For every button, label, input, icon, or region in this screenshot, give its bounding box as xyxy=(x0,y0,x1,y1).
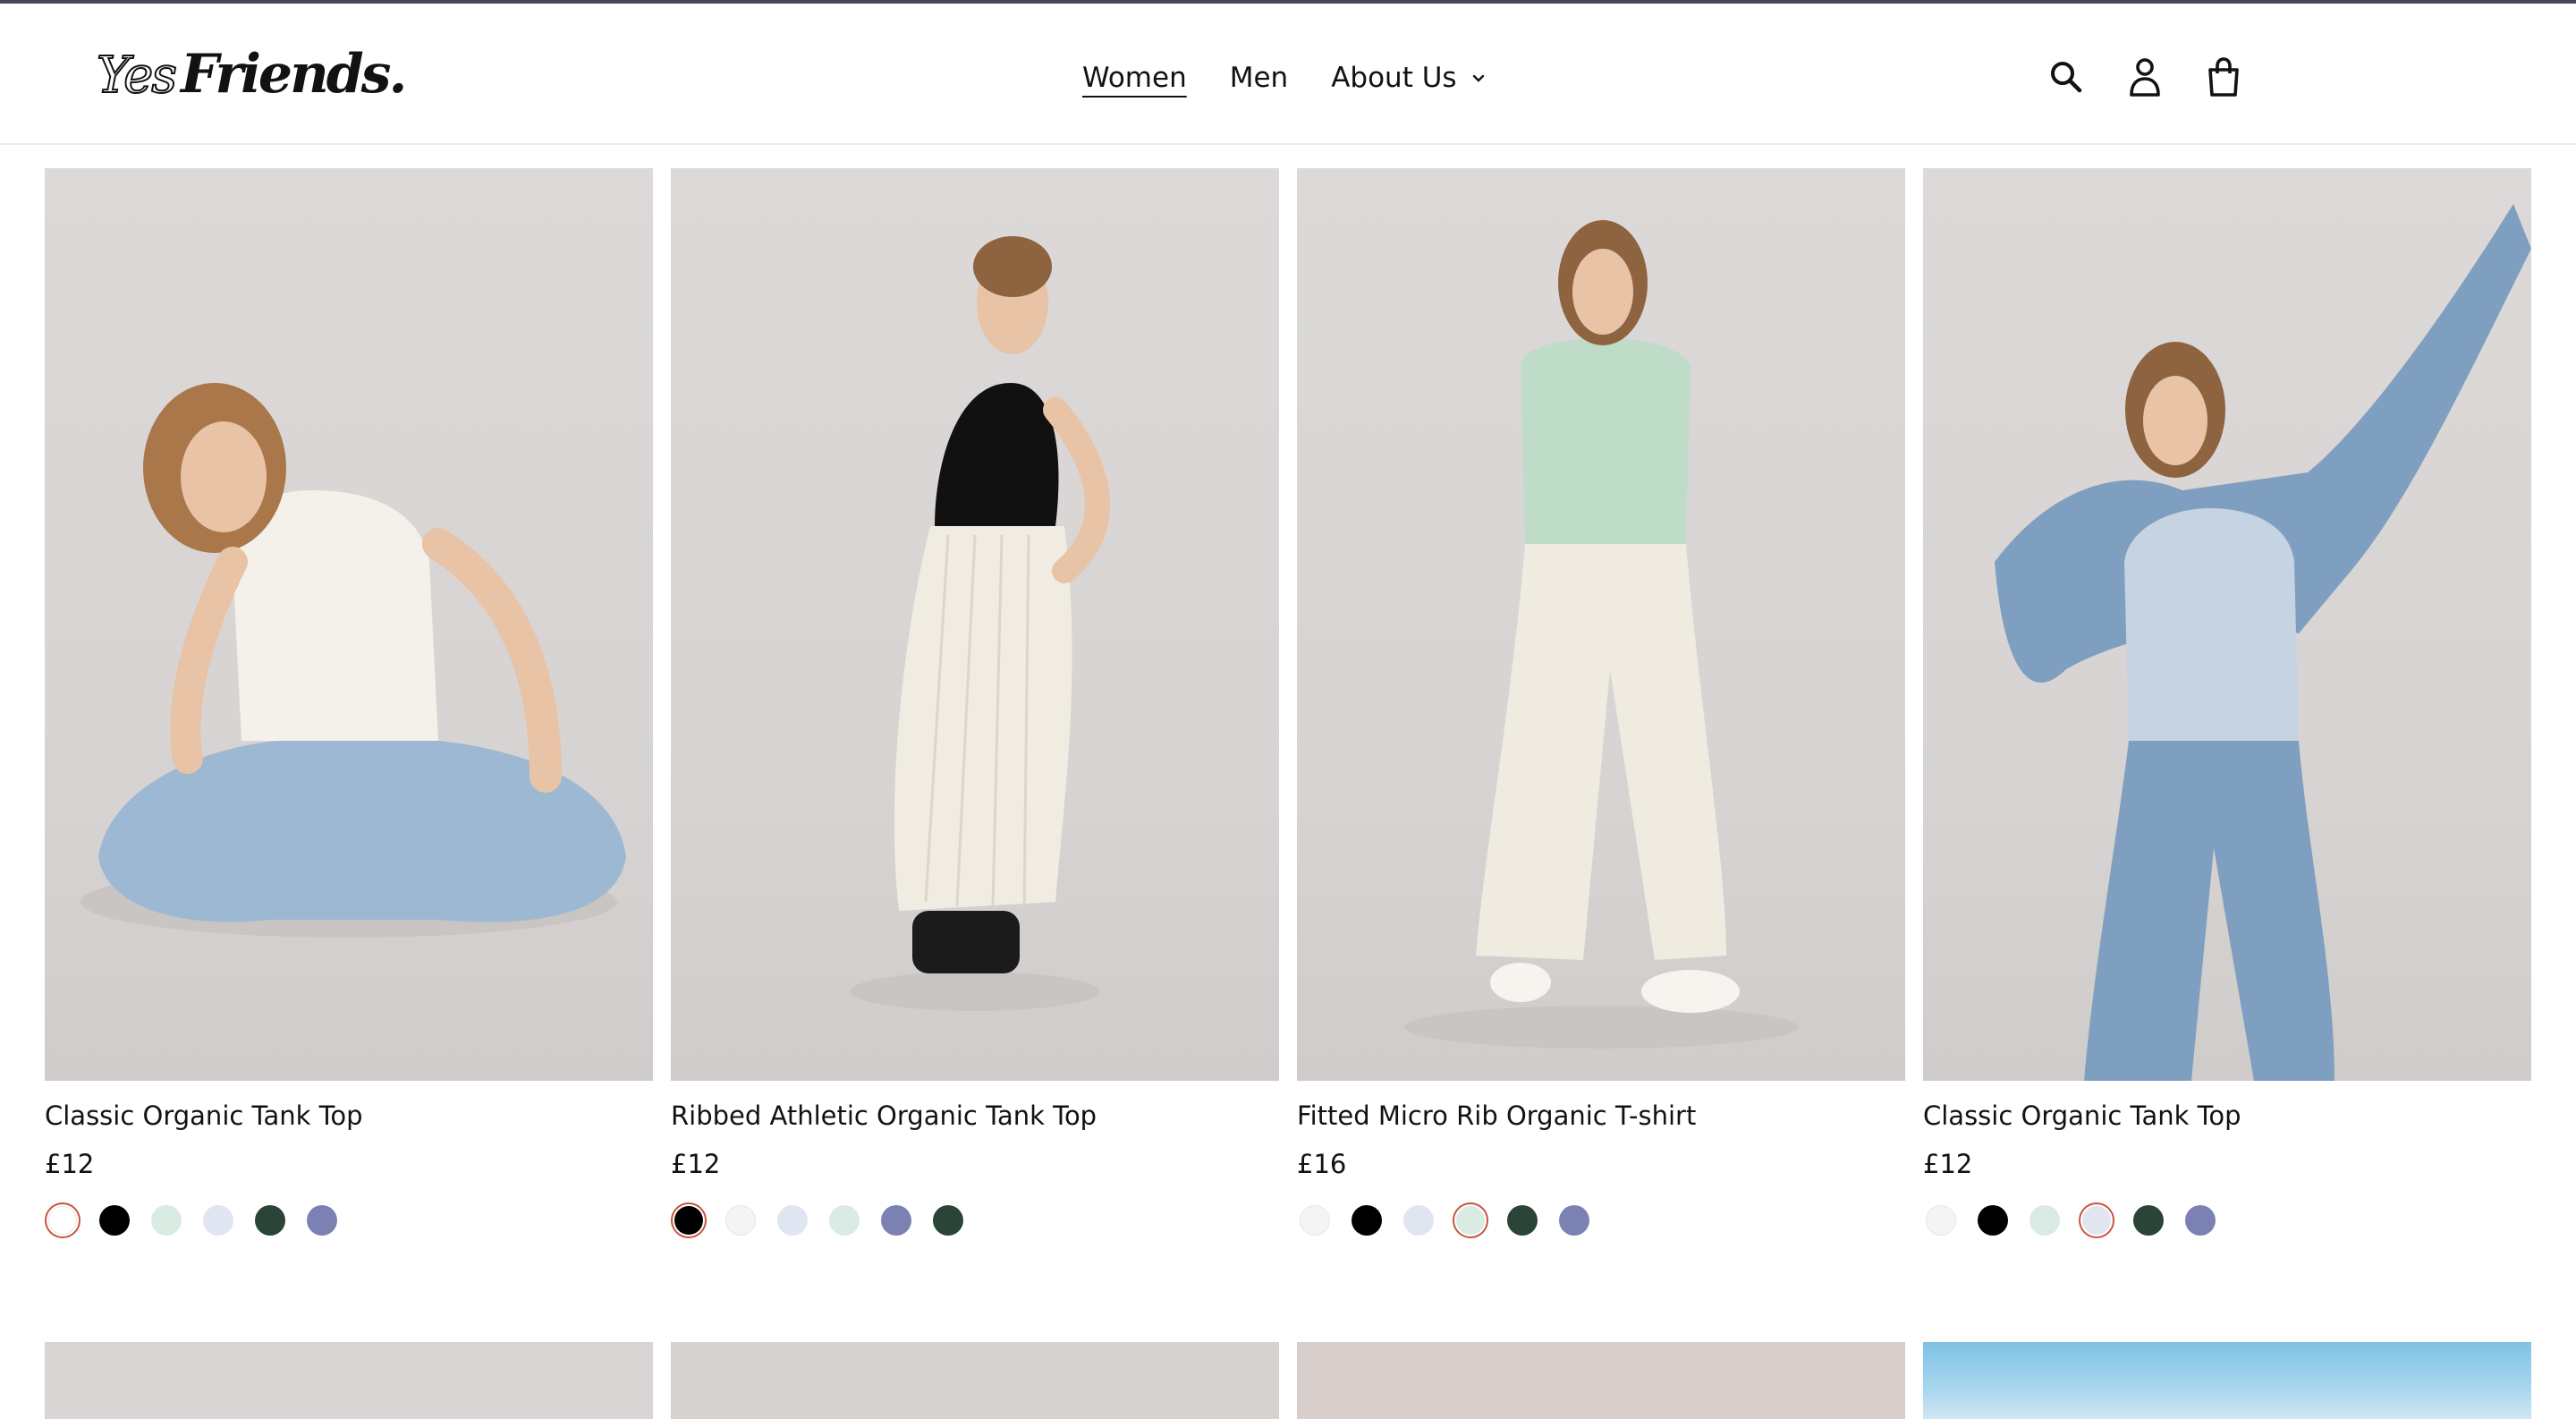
product-card[interactable]: Classic Organic Tank Top £12 xyxy=(1923,168,2531,1238)
swatch-color xyxy=(1352,1205,1382,1236)
color-swatch[interactable] xyxy=(97,1202,132,1238)
swatch-color xyxy=(2082,1206,2111,1235)
site-header: Yes Friends. Women Men About Us xyxy=(0,4,2576,145)
model-illustration xyxy=(1404,220,1798,1049)
color-swatch[interactable] xyxy=(1297,1202,1333,1238)
color-swatches xyxy=(1923,1202,2531,1238)
product-card-next[interactable] xyxy=(671,1342,1279,1419)
tank-top-shape xyxy=(2124,508,2299,741)
color-swatch[interactable] xyxy=(723,1202,758,1238)
color-swatch[interactable] xyxy=(1349,1202,1385,1238)
nav-women-label: Women xyxy=(1082,62,1187,94)
tshirt-shape xyxy=(1521,338,1690,544)
model-illustration xyxy=(1995,204,2531,1081)
swatch-color xyxy=(1300,1205,1330,1236)
swatch-color xyxy=(255,1205,285,1236)
product-card[interactable]: Classic Organic Tank Top £12 xyxy=(45,168,653,1238)
product-title[interactable]: Classic Organic Tank Top xyxy=(1923,1100,2531,1131)
swatch-color xyxy=(674,1206,703,1235)
swatch-color xyxy=(2029,1205,2060,1236)
search-icon[interactable] xyxy=(2046,54,2086,100)
main-nav: Women Men About Us xyxy=(1082,55,1487,100)
skirt-shape xyxy=(894,526,1072,911)
product-image[interactable] xyxy=(1923,168,2531,1081)
model-illustration xyxy=(80,383,626,938)
product-title[interactable]: Ribbed Athletic Organic Tank Top xyxy=(671,1100,1279,1131)
swatch-color xyxy=(1978,1205,2008,1236)
swatch-color xyxy=(203,1205,233,1236)
product-card[interactable]: Fitted Micro Rib Organic T-shirt £16 xyxy=(1297,168,1905,1238)
color-swatch[interactable] xyxy=(148,1202,184,1238)
pants-shape xyxy=(1476,544,1726,960)
product-image[interactable] xyxy=(671,168,1279,1081)
color-swatch[interactable] xyxy=(304,1202,340,1238)
swatch-color xyxy=(1403,1205,1434,1236)
brand-logo[interactable]: Yes Friends. xyxy=(96,43,407,111)
color-swatch[interactable] xyxy=(878,1202,914,1238)
color-swatches xyxy=(45,1202,653,1238)
swatch-color xyxy=(725,1205,756,1236)
product-card[interactable]: Ribbed Athletic Organic Tank Top £12 xyxy=(671,168,1279,1238)
product-price: £12 xyxy=(671,1149,721,1179)
color-swatches xyxy=(671,1202,1279,1238)
nav-men-label: Men xyxy=(1229,62,1289,94)
product-price: £12 xyxy=(45,1149,95,1179)
product-title[interactable]: Fitted Micro Rib Organic T-shirt xyxy=(1297,1100,1905,1131)
swatch-color xyxy=(1559,1205,1589,1236)
color-swatch[interactable] xyxy=(671,1202,707,1238)
swatch-color xyxy=(48,1206,77,1235)
color-swatch[interactable] xyxy=(200,1202,236,1238)
swatch-color xyxy=(2185,1205,2216,1236)
tank-top-shape xyxy=(935,383,1059,526)
color-swatch[interactable] xyxy=(1975,1202,2011,1238)
color-swatch[interactable] xyxy=(45,1202,80,1238)
account-icon[interactable] xyxy=(2125,54,2165,100)
product-image[interactable] xyxy=(45,168,653,1081)
color-swatch[interactable] xyxy=(2079,1202,2114,1238)
nav-men[interactable]: Men xyxy=(1230,62,1288,94)
color-swatch[interactable] xyxy=(775,1202,810,1238)
color-swatches xyxy=(1297,1202,1905,1238)
swatch-color xyxy=(1456,1206,1485,1235)
product-card-next[interactable] xyxy=(45,1342,653,1419)
logo-friends: Friends. xyxy=(180,43,407,106)
color-swatch[interactable] xyxy=(252,1202,288,1238)
color-swatch[interactable] xyxy=(1504,1202,1540,1238)
color-swatch[interactable] xyxy=(1453,1202,1488,1238)
swatch-color xyxy=(881,1205,911,1236)
nav-about-label: About Us xyxy=(1331,62,1457,94)
color-swatch[interactable] xyxy=(2027,1202,2063,1238)
cart-icon[interactable] xyxy=(2204,54,2243,100)
swatch-color xyxy=(151,1205,182,1236)
nav-about-us[interactable]: About Us xyxy=(1331,62,1487,94)
color-swatch[interactable] xyxy=(2131,1202,2166,1238)
color-swatch[interactable] xyxy=(826,1202,862,1238)
header-actions xyxy=(2046,54,2243,100)
product-price: £16 xyxy=(1297,1149,1347,1179)
product-image[interactable] xyxy=(1297,168,1905,1081)
swatch-color xyxy=(1926,1205,1956,1236)
color-swatch[interactable] xyxy=(1923,1202,1959,1238)
swatch-color xyxy=(829,1205,860,1236)
color-swatch[interactable] xyxy=(930,1202,966,1238)
swatch-color xyxy=(307,1205,337,1236)
product-card-next[interactable] xyxy=(1297,1342,1905,1419)
logo-yes: Yes xyxy=(96,46,178,106)
color-swatch[interactable] xyxy=(1556,1202,1592,1238)
nav-women[interactable]: Women xyxy=(1082,62,1187,94)
color-swatch[interactable] xyxy=(2182,1202,2218,1238)
jeans-shape xyxy=(2084,741,2334,1081)
swatch-color xyxy=(933,1205,963,1236)
product-card-next[interactable] xyxy=(1923,1342,2531,1419)
swatch-color xyxy=(99,1205,130,1236)
swatch-color xyxy=(1507,1205,1538,1236)
chevron-down-icon xyxy=(1472,74,1484,82)
swatch-color xyxy=(777,1205,808,1236)
swatch-color xyxy=(2133,1205,2164,1236)
color-swatch[interactable] xyxy=(1401,1202,1436,1238)
product-price: £12 xyxy=(1923,1149,1973,1179)
product-title[interactable]: Classic Organic Tank Top xyxy=(45,1100,653,1131)
model-illustration xyxy=(850,236,1110,1011)
